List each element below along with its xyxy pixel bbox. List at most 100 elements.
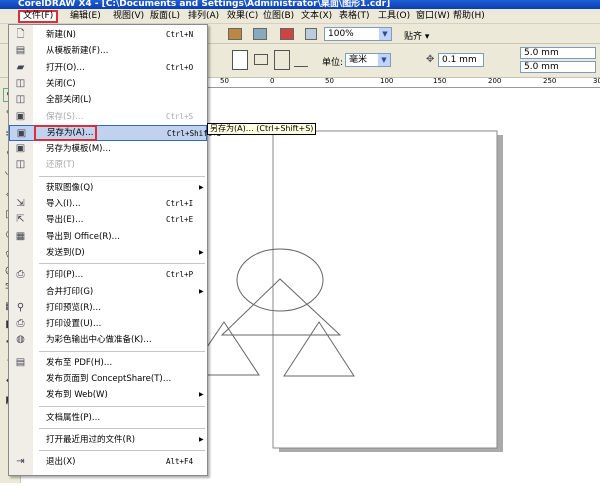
duplicate-x-field[interactable]: 5.0 mm <box>520 47 596 59</box>
all-pages-icon[interactable] <box>274 50 290 70</box>
menu-separator <box>39 263 205 265</box>
menu-item[interactable]: ▤ 从模板新建(F)… <box>9 43 207 59</box>
portrait-icon[interactable] <box>232 50 248 70</box>
duplicate-y-field[interactable]: 5.0 mm <box>520 61 596 73</box>
menu-item-label: 为彩色输出中心做准备(K)… <box>46 335 152 346</box>
submenu-arrow-icon: ▶ <box>199 287 204 295</box>
new-file-icon: 🗋 <box>16 29 25 40</box>
menu-2[interactable]: 视图(V) <box>110 10 147 23</box>
menu-5[interactable]: 效果(C) <box>224 10 261 23</box>
menu-item[interactable]: 获取图像(Q) ▶ <box>9 180 207 196</box>
menu-item-shortcut: Ctrl+E <box>166 215 194 225</box>
menu-11[interactable]: 帮助(H) <box>450 10 488 23</box>
menu-item-shortcut: Ctrl+S <box>166 111 194 121</box>
close-all-icon: ◫ <box>15 94 26 106</box>
menu-1[interactable]: 编辑(E) <box>67 10 104 23</box>
exit-icon: ⇥ <box>16 456 25 468</box>
drawing-canvas[interactable] <box>187 88 600 483</box>
ruler-label: 250 <box>543 77 557 85</box>
menu-item[interactable]: ⇱ 导出(E)… Ctrl+E <box>9 212 207 228</box>
landscape-icon[interactable] <box>254 54 268 65</box>
menu-bar: 文件(F) 编辑(E) 视图(V) 版面(L) 排列(A) 效果(C) 位图(B) 文本(X)… <box>0 9 600 24</box>
revert-icon: ◫ <box>15 159 26 171</box>
menu-0[interactable]: 文件(F) <box>18 10 59 23</box>
menu-item-shortcut: Ctrl+P <box>166 270 194 280</box>
menu-item[interactable]: ▣ 另存为模板(M)… <box>9 141 207 157</box>
menu-7[interactable]: 文本(X) <box>298 10 335 23</box>
save-icon: ▣ <box>15 110 26 122</box>
unit-combo[interactable]: 毫米 ▼ <box>345 53 391 67</box>
submenu-arrow-icon: ▶ <box>199 183 204 191</box>
current-page-icon[interactable] <box>294 56 308 67</box>
menu-item[interactable]: 🗋 新建(N) Ctrl+N <box>9 27 207 43</box>
menu-item-label: 导入(I)… <box>46 199 81 209</box>
menu-item[interactable]: ⎙ 打印(P)… Ctrl+P <box>9 267 207 283</box>
menu-item[interactable]: 发布页面到 ConceptShare(T)… <box>9 371 207 387</box>
menu-item[interactable]: ⎙ 打印设置(U)… <box>9 316 207 332</box>
menu-item-label: 打印(P)… <box>46 270 84 281</box>
menu-item-label: 打开最近用过的文件(R) <box>46 434 136 445</box>
menu-separator <box>39 350 205 352</box>
menu-item[interactable]: ▣ 保存(S)… Ctrl+S <box>9 109 207 125</box>
print-setup-icon: ⎙ <box>16 318 25 330</box>
menu-item-label: 打印设置(U)… <box>46 319 102 330</box>
menu-item[interactable]: ▣ 另存为(A)… Ctrl+Shift+S <box>9 124 221 141</box>
export-toolbar-icon[interactable] <box>253 28 267 40</box>
menu-item-label: 另存为(A)… <box>33 124 98 141</box>
print-icon: ⎙ <box>16 269 25 281</box>
nudge-field[interactable]: 0.1 mm <box>438 53 484 67</box>
menu-item[interactable]: ◫ 全部关闭(L) <box>9 92 207 108</box>
menu-item[interactable]: ⇥ 退出(X) Alt+F4 <box>9 454 207 470</box>
chevron-down-icon: ▼ <box>378 54 390 66</box>
snap-label: 贴齐 <box>404 32 423 42</box>
menu-9[interactable]: 工具(O) <box>375 10 413 23</box>
app-launcher-icon[interactable] <box>280 28 294 40</box>
welcome-screen-icon[interactable] <box>305 28 317 40</box>
menu-item-label: 发布至 PDF(H)… <box>46 357 113 368</box>
menu-item[interactable]: ◫ 还原(T) <box>9 157 207 173</box>
menu-item[interactable]: 文档属性(P)… <box>9 410 207 426</box>
menu-item-label: 关闭(C) <box>46 78 76 89</box>
menu-item-label: 全部关闭(L) <box>46 95 92 106</box>
import-toolbar-icon[interactable] <box>228 28 242 40</box>
menu-item[interactable]: ◍ 为彩色输出中心做准备(K)… <box>9 332 207 348</box>
title-bar: CorelDRAW X4 - [C:\Documents and Setting… <box>0 0 600 9</box>
ruler-label: 50 <box>220 77 229 85</box>
menu-item[interactable]: ⇲ 导入(I)… Ctrl+I <box>9 196 207 212</box>
menu-4[interactable]: 排列(A) <box>185 10 222 23</box>
menu-item-label: 另存为模板(M)… <box>46 144 111 155</box>
menu-item[interactable]: 发送到(D) ▶ <box>9 245 207 261</box>
menu-item-label: 发送到(D) <box>46 247 85 258</box>
export-icon: ⇱ <box>16 214 25 226</box>
menu-item[interactable]: ▰ 打开(O)… Ctrl+O <box>9 60 207 76</box>
menu-item-label: 导出到 Office(R)… <box>46 231 121 242</box>
menu-item-label: 退出(X) <box>46 457 76 468</box>
menu-6[interactable]: 位图(B) <box>260 10 297 23</box>
menu-8[interactable]: 表格(T) <box>336 10 373 23</box>
menu-item[interactable]: ⚲ 打印预览(R)… <box>9 300 207 316</box>
menu-item-shortcut: Ctrl+I <box>166 199 194 208</box>
menu-item[interactable]: ▦ 导出到 Office(R)… <box>9 229 207 245</box>
menu-item-label: 保存(S)… <box>46 111 84 122</box>
menu-separator <box>39 427 205 429</box>
menu-separator <box>39 175 205 177</box>
zoom-combo[interactable]: 100% ▼ <box>324 27 392 41</box>
ruler-label: 0 <box>270 77 275 85</box>
menu-item[interactable]: 打开最近用过的文件(R) ▶ <box>9 432 207 448</box>
left-triangle[interactable] <box>187 321 260 376</box>
menu-item[interactable]: ▤ 发布至 PDF(H)… <box>9 355 207 371</box>
menu-item[interactable]: ◫ 关闭(C) <box>9 76 207 92</box>
chevron-down-icon: ▼ <box>379 28 391 40</box>
menu-item-label: 打印预览(R)… <box>46 302 102 313</box>
menu-separator <box>39 450 205 452</box>
print-preview-icon: ⚲ <box>16 301 25 313</box>
zoom-value: 100% <box>328 29 354 39</box>
menu-separator <box>39 405 205 407</box>
ruler-label: 100 <box>380 77 394 85</box>
menu-item[interactable]: 合并打印(G) ▶ <box>9 284 207 300</box>
menu-item[interactable]: 发布到 Web(W) ▶ <box>9 387 207 403</box>
import-icon: ⇲ <box>16 198 25 209</box>
menu-10[interactable]: 窗口(W) <box>413 10 453 23</box>
menu-3[interactable]: 版面(L) <box>147 10 183 23</box>
snap-button[interactable]: 贴齐 ▾ <box>404 29 429 42</box>
